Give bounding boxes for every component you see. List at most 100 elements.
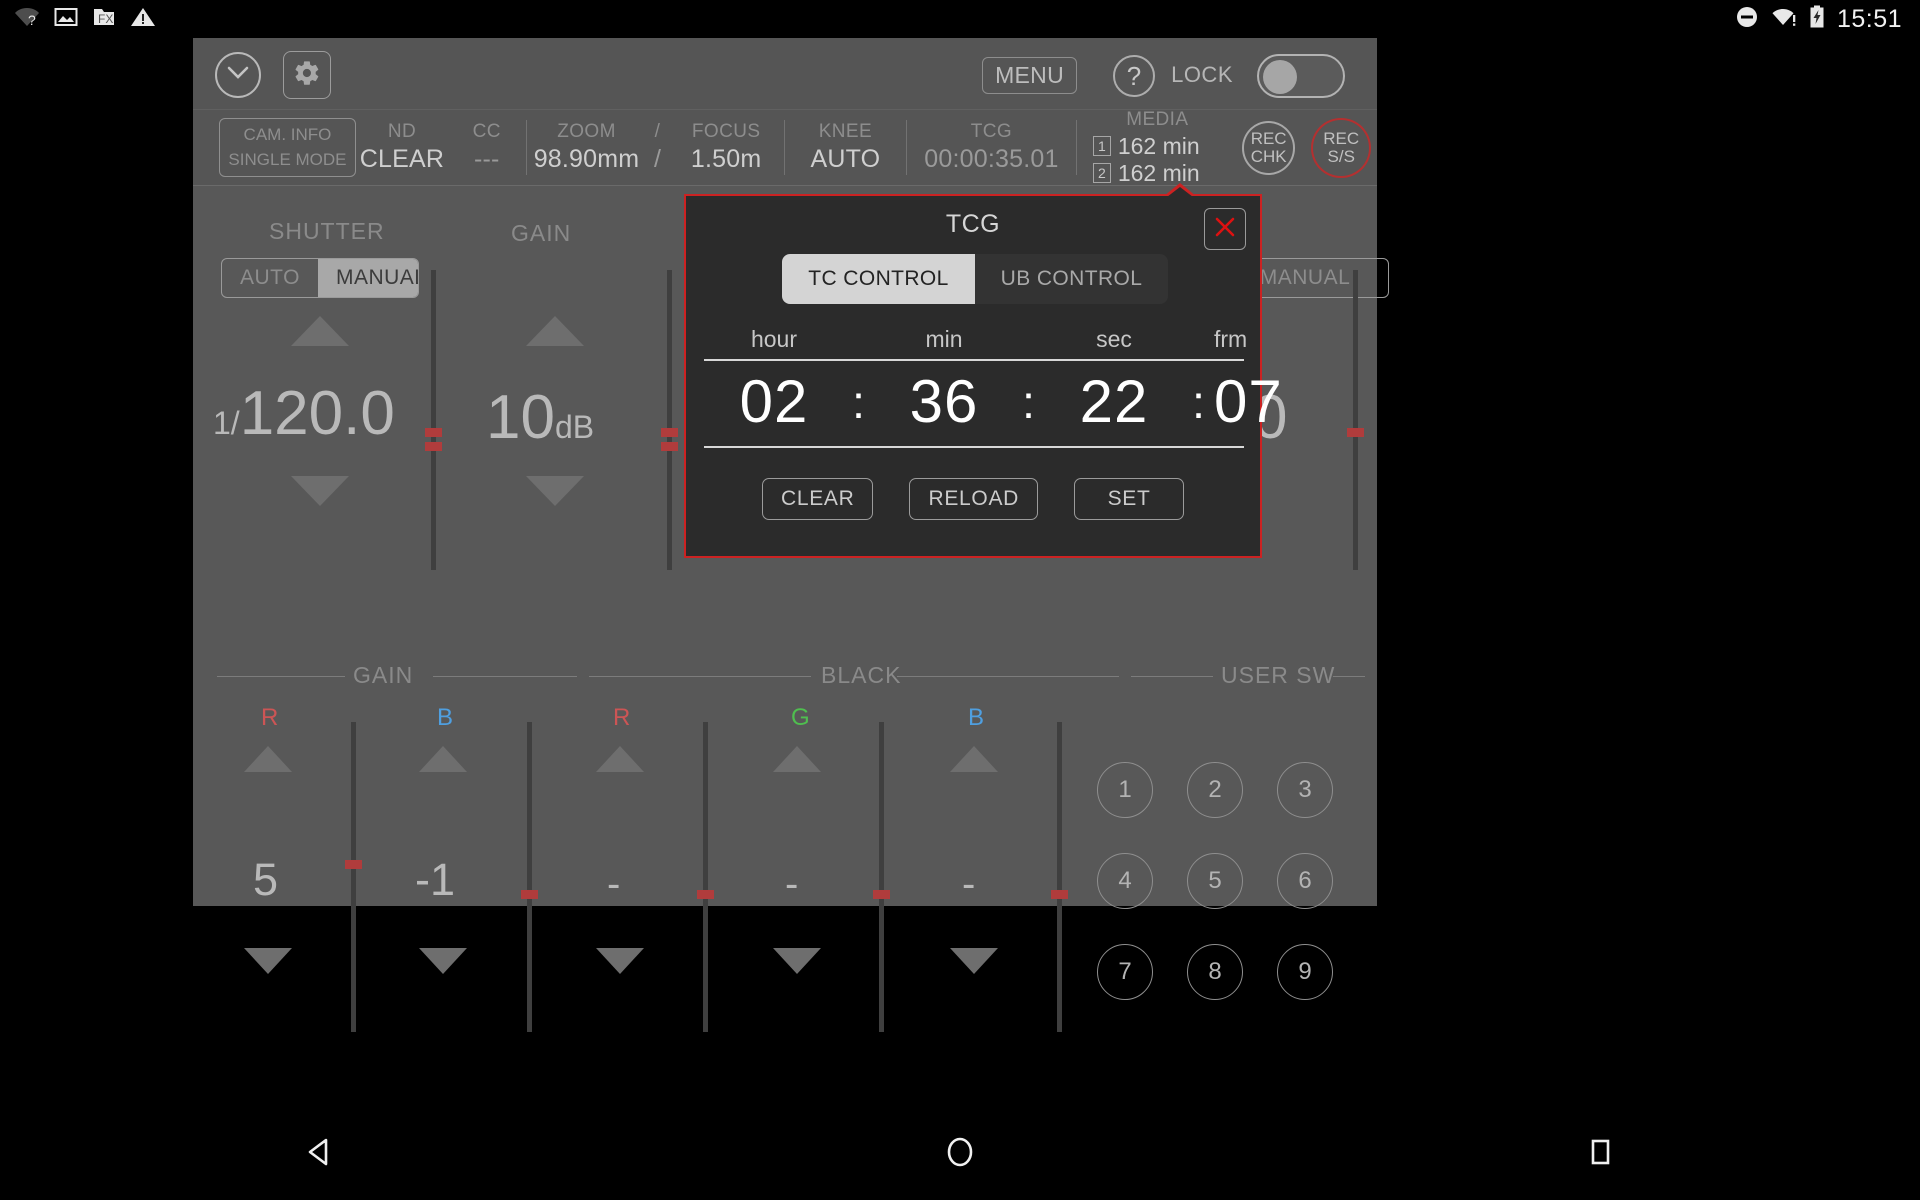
- lock-label: LOCK: [1171, 62, 1233, 87]
- user-sw-button-4[interactable]: 4: [1097, 853, 1153, 909]
- info-cell-media[interactable]: MEDIA 1 162 min 2 162 min: [1077, 109, 1232, 186]
- gain-b-slider-thumb[interactable]: [521, 890, 538, 899]
- shutter-increase-button[interactable]: [291, 316, 349, 346]
- recents-square-icon: [1583, 1135, 1617, 1174]
- cam-info-badge[interactable]: CAM. INFO SINGLE MODE: [219, 118, 356, 177]
- black-b-slider-thumb[interactable]: [1051, 890, 1068, 899]
- gain-slider-thumb[interactable]: [661, 428, 678, 437]
- gain-b-decrease-button[interactable]: [419, 948, 467, 974]
- gain-r-decrease-button[interactable]: [244, 948, 292, 974]
- label-min: min: [925, 326, 963, 352]
- gain-increase-button[interactable]: [526, 316, 584, 346]
- info-cell-tcg[interactable]: TCG 00:00:35.01: [907, 110, 1076, 185]
- focus-value: 1.50m: [690, 145, 762, 173]
- user-sw-button-2[interactable]: 2: [1187, 762, 1243, 818]
- user-sw-button-9[interactable]: 9: [1277, 944, 1333, 1000]
- black-r-slider-track[interactable]: [697, 722, 714, 1032]
- settings-button[interactable]: [283, 51, 331, 99]
- tab-ub-control[interactable]: UB CONTROL: [975, 254, 1168, 304]
- focus-label: FOCUS: [691, 121, 761, 142]
- nav-recents-button[interactable]: [1540, 1135, 1660, 1174]
- camera-info-bar: CAM. INFO SINGLE MODE ND CLEAR CC --- ZO…: [193, 109, 1377, 186]
- shutter-decrease-button[interactable]: [291, 476, 349, 506]
- tcg-label: TCG: [970, 121, 1013, 142]
- screen: ? FX 15:51 MENU ? LOCK CAM. INFO SINGLE …: [0, 0, 1920, 1200]
- gain-r-slider-thumb[interactable]: [345, 860, 362, 869]
- back-triangle-icon: [303, 1135, 337, 1174]
- black-g-decrease-button[interactable]: [773, 948, 821, 974]
- gain-r-increase-button[interactable]: [244, 746, 292, 772]
- black-r-slider-thumb[interactable]: [697, 890, 714, 899]
- divider: [897, 676, 1119, 677]
- zoom-label: ZOOM: [557, 121, 616, 142]
- black-g-increase-button[interactable]: [773, 746, 821, 772]
- timecode-bottom-rule: [704, 446, 1244, 448]
- iris-slider-thumb[interactable]: [1347, 428, 1364, 437]
- field-frm[interactable]: 07: [1214, 367, 1283, 436]
- shutter-auto-option[interactable]: AUTO: [222, 259, 318, 297]
- field-hour[interactable]: 02: [704, 367, 844, 436]
- black-channel-b-label: B: [968, 704, 985, 731]
- black-b-increase-button[interactable]: [950, 746, 998, 772]
- menu-button[interactable]: MENU: [982, 57, 1077, 94]
- shutter-slider-thumb-secondary[interactable]: [425, 442, 442, 451]
- info-cell-zoom[interactable]: ZOOM 98.90mm: [527, 110, 647, 185]
- wifi-alert-icon: [1771, 6, 1797, 33]
- gain-r-slider-track[interactable]: [345, 722, 362, 1032]
- shutter-slider-track[interactable]: [425, 270, 442, 570]
- shutter-mode-toggle[interactable]: AUTO MANUAL: [221, 258, 419, 298]
- divider: [433, 676, 577, 677]
- info-cell-knee[interactable]: KNEE AUTO: [785, 110, 906, 185]
- field-sec[interactable]: 22: [1044, 367, 1184, 436]
- set-button[interactable]: SET: [1074, 478, 1185, 520]
- black-r-decrease-button[interactable]: [596, 948, 644, 974]
- clear-button[interactable]: CLEAR: [761, 478, 874, 520]
- help-button[interactable]: ?: [1113, 55, 1155, 97]
- black-b-slider-track[interactable]: [1051, 722, 1068, 1032]
- user-sw-button-8[interactable]: 8: [1187, 944, 1243, 1000]
- shutter-manual-option[interactable]: MANUAL: [317, 259, 418, 297]
- media-slot-1: 1 162 min: [1092, 133, 1200, 160]
- rec-start-stop-button[interactable]: REC S/S: [1311, 118, 1372, 178]
- divider: [217, 676, 345, 677]
- black-channel-r-label: R: [613, 704, 631, 731]
- gain-top-value: 10dB: [486, 382, 594, 453]
- black-g-slider-thumb[interactable]: [873, 890, 890, 899]
- tab-tc-control[interactable]: TC CONTROL: [782, 254, 975, 304]
- gain-b-increase-button[interactable]: [419, 746, 467, 772]
- user-sw-button-7[interactable]: 7: [1097, 944, 1153, 1000]
- lock-toggle[interactable]: [1257, 54, 1345, 98]
- gain-decrease-button[interactable]: [526, 476, 584, 506]
- info-cell-cc[interactable]: CC ---: [448, 110, 526, 185]
- gain-slider-thumb-secondary[interactable]: [661, 442, 678, 451]
- field-min[interactable]: 36: [874, 367, 1014, 436]
- black-channel-r-value: -: [607, 862, 621, 906]
- gain-slider-track[interactable]: [661, 270, 678, 570]
- label-frm: frm: [1214, 326, 1248, 352]
- info-cell-focus[interactable]: FOCUS 1.50m: [669, 110, 784, 185]
- gain-b-slider-track[interactable]: [521, 722, 538, 1032]
- timecode-values: 02 : 36 : 22 : 07: [704, 361, 1282, 440]
- user-sw-button-6[interactable]: 6: [1277, 853, 1333, 909]
- reload-button[interactable]: RELOAD: [909, 478, 1039, 520]
- info-cell-nd[interactable]: ND CLEAR: [356, 110, 448, 185]
- rec-check-button[interactable]: REC CHK: [1241, 121, 1296, 175]
- black-r-increase-button[interactable]: [596, 746, 644, 772]
- dialog-close-button[interactable]: [1204, 208, 1246, 250]
- app-header: MENU ? LOCK: [193, 38, 1377, 110]
- nav-back-button[interactable]: [260, 1135, 380, 1174]
- collapse-button[interactable]: [215, 52, 261, 98]
- gain-channel-b-label: B: [437, 704, 454, 731]
- tcg-mode-tabs[interactable]: TC CONTROL UB CONTROL: [782, 254, 1168, 304]
- gain-channel-r-label: R: [261, 704, 279, 731]
- black-g-slider-track[interactable]: [873, 722, 890, 1032]
- user-sw-button-1[interactable]: 1: [1097, 762, 1153, 818]
- svg-text:FX: FX: [98, 12, 113, 26]
- black-b-decrease-button[interactable]: [950, 948, 998, 974]
- user-sw-button-5[interactable]: 5: [1187, 853, 1243, 909]
- iris-slider-track[interactable]: [1347, 270, 1364, 570]
- divider: [1333, 676, 1365, 677]
- user-sw-button-3[interactable]: 3: [1277, 762, 1333, 818]
- shutter-slider-thumb[interactable]: [425, 428, 442, 437]
- nav-home-button[interactable]: [900, 1135, 1020, 1174]
